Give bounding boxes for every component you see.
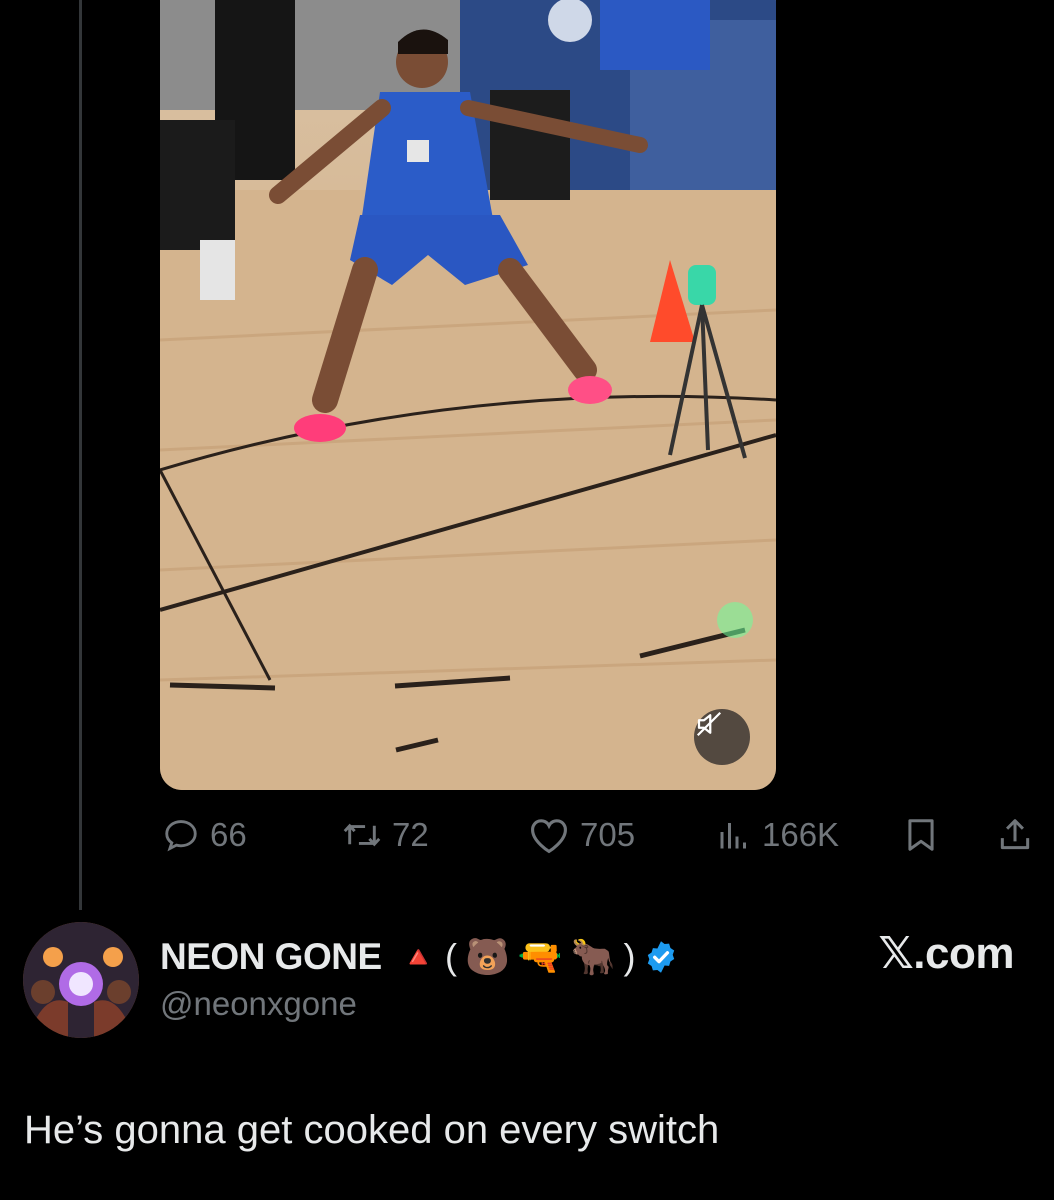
pistol-emoji: 🔫 <box>517 936 563 977</box>
close-paren: ) <box>623 936 636 977</box>
avatar[interactable] <box>23 922 139 1038</box>
red-triangle-emoji: 🔺 <box>399 940 437 974</box>
video-player[interactable] <box>160 0 776 790</box>
reply-button[interactable]: 66 <box>162 810 247 860</box>
like-count: 705 <box>580 816 636 853</box>
views-count: 166K <box>762 816 840 853</box>
like-icon <box>531 819 567 854</box>
verified-badge-icon <box>648 941 675 973</box>
post-text: He’s gonna get cooked on every switch <box>24 1108 720 1152</box>
open-paren: ( <box>445 936 457 977</box>
avatar-image <box>23 922 139 1038</box>
display-name[interactable]: NEON GONE <box>160 936 382 978</box>
x-brand-label: 𝕏.com <box>878 929 1014 978</box>
share-button[interactable] <box>996 810 1034 860</box>
share-icon <box>1000 819 1030 850</box>
author-name-row[interactable]: NEON GONE 🔺 ( 🐻 🔫 🐂 ) <box>160 930 679 984</box>
repost-count: 72 <box>392 816 429 853</box>
reply-icon <box>165 820 197 852</box>
mute-icon <box>696 711 722 737</box>
thread-connector-line <box>79 0 82 910</box>
video-frame <box>160 0 776 790</box>
reply-count: 66 <box>210 816 247 853</box>
views-button[interactable]: 166K <box>716 810 839 860</box>
repost-button[interactable]: 72 <box>342 810 429 860</box>
bookmark-icon <box>908 819 934 851</box>
bear-emoji: 🐻 <box>465 936 510 977</box>
tweet-action-bar: 66 72 705 166K <box>160 810 1040 860</box>
name-emojis: 🔺 ( 🐻 🔫 🐂 ) <box>396 936 640 978</box>
bookmark-button[interactable] <box>902 810 940 860</box>
ox-emoji: 🐂 <box>570 936 616 977</box>
mute-button[interactable] <box>694 709 750 765</box>
repost-icon <box>343 823 381 847</box>
views-icon <box>720 823 746 849</box>
author-handle[interactable]: @neonxgone <box>160 985 357 1023</box>
like-button[interactable]: 705 <box>528 810 635 860</box>
